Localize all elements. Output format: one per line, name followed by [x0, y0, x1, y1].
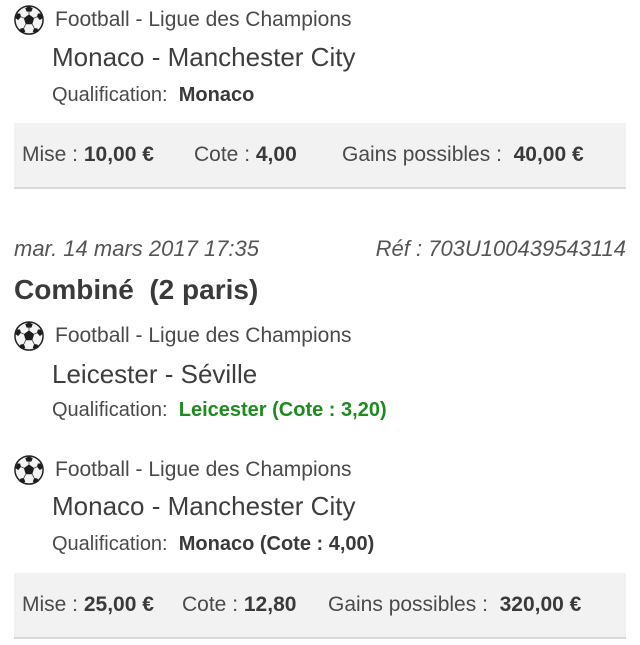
qualification-value-won: Leicester (Cote : 3,20) [178, 399, 387, 421]
bet-date: mar. 14 mars 2017 17:35 [14, 236, 259, 261]
bet1-qualification: Qualification: Monaco [52, 84, 254, 107]
stake-value: 10,00 € [83, 143, 154, 166]
qualification-label: Qualification: [52, 533, 168, 555]
stake-value: 25,00 € [83, 593, 154, 616]
leg2-qualification: Qualification: Monaco (Cote : 4,00) [52, 533, 374, 556]
leg1-sport-label: Football - Ligue des Champions [55, 324, 352, 347]
stake: Mise : 10,00 € [22, 143, 154, 166]
soccer-ball-icon [14, 455, 44, 485]
potential-gains-value: 40,00 € [513, 143, 584, 166]
qualification-value: Monaco [178, 84, 255, 106]
qualification-label: Qualification: [52, 399, 168, 421]
odds-value: 12,80 [243, 593, 297, 616]
odds: Cote : 12,80 [182, 593, 297, 616]
bet1-match-name: Monaco - Manchester City [52, 42, 356, 72]
leg2-match-name: Monaco - Manchester City [52, 491, 356, 521]
stake: Mise : 25,00 € [22, 593, 154, 616]
odds: Cote : 4,00 [194, 143, 297, 166]
potential-gains: Gains possibles : 320,00 € [328, 593, 582, 616]
bet-type-title: Combiné (2 paris) [14, 274, 259, 305]
leg1-qualification: Qualification: Leicester (Cote : 3,20) [52, 399, 387, 422]
bet-reference: Réf : 703U100439543114 [375, 236, 626, 261]
potential-gains: Gains possibles : 40,00 € [342, 143, 584, 166]
bet1-summary-bar: Mise : 10,00 € Cote : 4,00 Gains possibl… [14, 123, 626, 189]
bet2-summary-bar: Mise : 25,00 € Cote : 12,80 Gains possib… [14, 573, 626, 639]
soccer-ball-icon [14, 321, 44, 351]
soccer-ball-icon [14, 5, 44, 35]
bet1-sport-label: Football - Ligue des Champions [55, 8, 352, 31]
potential-gains-value: 320,00 € [499, 593, 582, 616]
leg2-sport-label: Football - Ligue des Champions [55, 458, 352, 481]
leg1-match-name: Leicester - Séville [52, 359, 258, 389]
odds-value: 4,00 [255, 143, 297, 166]
qualification-value: Monaco (Cote : 4,00) [178, 533, 375, 555]
qualification-label: Qualification: [52, 84, 168, 106]
